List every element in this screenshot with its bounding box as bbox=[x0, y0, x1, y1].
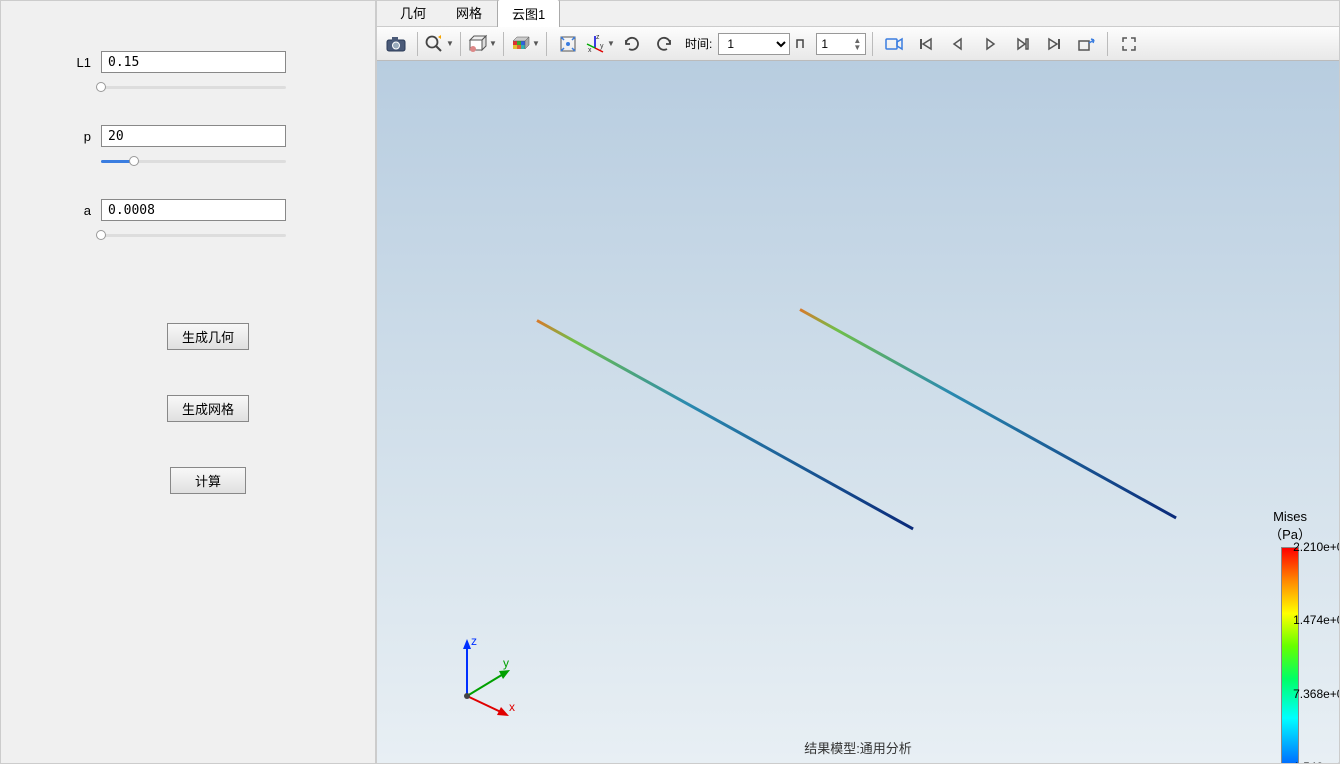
param-label-L1: L1 bbox=[61, 55, 101, 70]
axis-triad: z y x bbox=[447, 631, 537, 721]
brush-cube-icon bbox=[467, 34, 487, 54]
skip-last-button[interactable] bbox=[1039, 30, 1069, 58]
svg-text:x: x bbox=[588, 47, 592, 54]
color-cube-button[interactable]: ▼ bbox=[510, 30, 540, 58]
step-forward-icon bbox=[1014, 36, 1030, 52]
tab-contour1[interactable]: 云图1 bbox=[497, 0, 560, 27]
param-input-L1[interactable] bbox=[101, 51, 286, 73]
generate-mesh-button[interactable]: 生成网格 bbox=[167, 395, 249, 422]
fullscreen-button[interactable] bbox=[1114, 30, 1144, 58]
play-icon bbox=[982, 36, 998, 52]
view-tab-bar: 几何 网格 云图1 bbox=[377, 1, 1339, 27]
result-model-label: 结果模型:通用分析 bbox=[804, 738, 912, 757]
param-label-a: a bbox=[61, 203, 101, 218]
step-back-button[interactable] bbox=[943, 30, 973, 58]
skip-first-icon bbox=[918, 36, 934, 52]
screenshot-button[interactable] bbox=[381, 30, 411, 58]
rotate-ccw-button[interactable] bbox=[649, 30, 679, 58]
skip-first-button[interactable] bbox=[911, 30, 941, 58]
export-animation-button[interactable] bbox=[1071, 30, 1101, 58]
chevron-down-icon: ▼ bbox=[489, 39, 497, 48]
tab-geometry[interactable]: 几何 bbox=[385, 0, 441, 26]
parameter-sidebar: L1 p a 生成几何 生成网格 计算 bbox=[0, 0, 376, 764]
beam-model-2 bbox=[799, 308, 1177, 519]
render-mode-button[interactable]: ▼ bbox=[467, 30, 497, 58]
rotate-cw-icon bbox=[622, 34, 642, 54]
magnifier-icon bbox=[424, 34, 444, 54]
calculate-button[interactable]: 计算 bbox=[170, 467, 246, 494]
content-area: 几何 网格 云图1 ▼ ▼ bbox=[376, 0, 1340, 764]
legend-tick: 2.210e+06 bbox=[1293, 540, 1339, 554]
skip-last-icon bbox=[1046, 36, 1062, 52]
legend-tick: 7.368e+05 bbox=[1293, 687, 1339, 701]
step-icon bbox=[795, 36, 811, 52]
export-icon bbox=[1077, 36, 1095, 52]
chevron-down-icon: ▼ bbox=[607, 39, 615, 48]
param-label-p: p bbox=[61, 129, 101, 144]
color-legend: Mises （Pa） 2.210e+06 1.474e+06 7.368e+05… bbox=[1269, 509, 1311, 763]
legend-tick: 1.474e+06 bbox=[1293, 613, 1339, 627]
chevron-down-icon: ▼ bbox=[532, 39, 540, 48]
chevron-down-icon: ▼ bbox=[446, 39, 454, 48]
camera-icon bbox=[385, 35, 407, 53]
step-spinner[interactable]: 1▲▼ bbox=[816, 33, 866, 55]
generate-geometry-button[interactable]: 生成几何 bbox=[167, 323, 249, 350]
legend-title: Mises bbox=[1269, 509, 1311, 524]
viewport-toolbar: ▼ ▼ ▼ zy x ▼ bbox=[377, 27, 1339, 61]
axis-orientation-button[interactable]: zy x ▼ bbox=[585, 30, 615, 58]
result-viewport[interactable]: z y x Mises （Pa） 2.210e+06 1.474e+06 7.3… bbox=[377, 61, 1339, 763]
svg-text:y: y bbox=[600, 43, 604, 50]
time-select[interactable]: 1 bbox=[718, 33, 790, 55]
fit-view-button[interactable] bbox=[553, 30, 583, 58]
zoom-button[interactable]: ▼ bbox=[424, 30, 454, 58]
fullscreen-icon bbox=[1121, 36, 1137, 52]
step-back-icon bbox=[950, 36, 966, 52]
tab-mesh[interactable]: 网格 bbox=[441, 0, 497, 26]
rubiks-cube-icon bbox=[510, 34, 530, 54]
param-slider-L1[interactable] bbox=[101, 81, 286, 95]
step-forward-button[interactable] bbox=[1007, 30, 1037, 58]
axis-icon: zy x bbox=[585, 34, 605, 54]
fit-view-icon bbox=[558, 34, 578, 54]
legend-colorbar bbox=[1281, 547, 1299, 763]
rotate-cw-button[interactable] bbox=[617, 30, 647, 58]
param-input-p[interactable] bbox=[101, 125, 286, 147]
param-input-a[interactable] bbox=[101, 199, 286, 221]
param-slider-a[interactable] bbox=[101, 229, 286, 243]
svg-text:y: y bbox=[503, 656, 509, 670]
beam-model-1 bbox=[536, 319, 914, 530]
svg-text:x: x bbox=[509, 700, 515, 714]
svg-text:z: z bbox=[471, 634, 477, 648]
step-toggle-button[interactable] bbox=[792, 30, 814, 58]
param-slider-p[interactable] bbox=[101, 155, 286, 169]
record-button[interactable] bbox=[879, 30, 909, 58]
legend-tick: 1.540e+00 bbox=[1293, 760, 1339, 763]
rotate-ccw-icon bbox=[654, 34, 674, 54]
play-button[interactable] bbox=[975, 30, 1005, 58]
video-camera-icon bbox=[884, 36, 904, 52]
time-label: 时间: bbox=[681, 35, 716, 52]
svg-text:z: z bbox=[596, 34, 600, 41]
